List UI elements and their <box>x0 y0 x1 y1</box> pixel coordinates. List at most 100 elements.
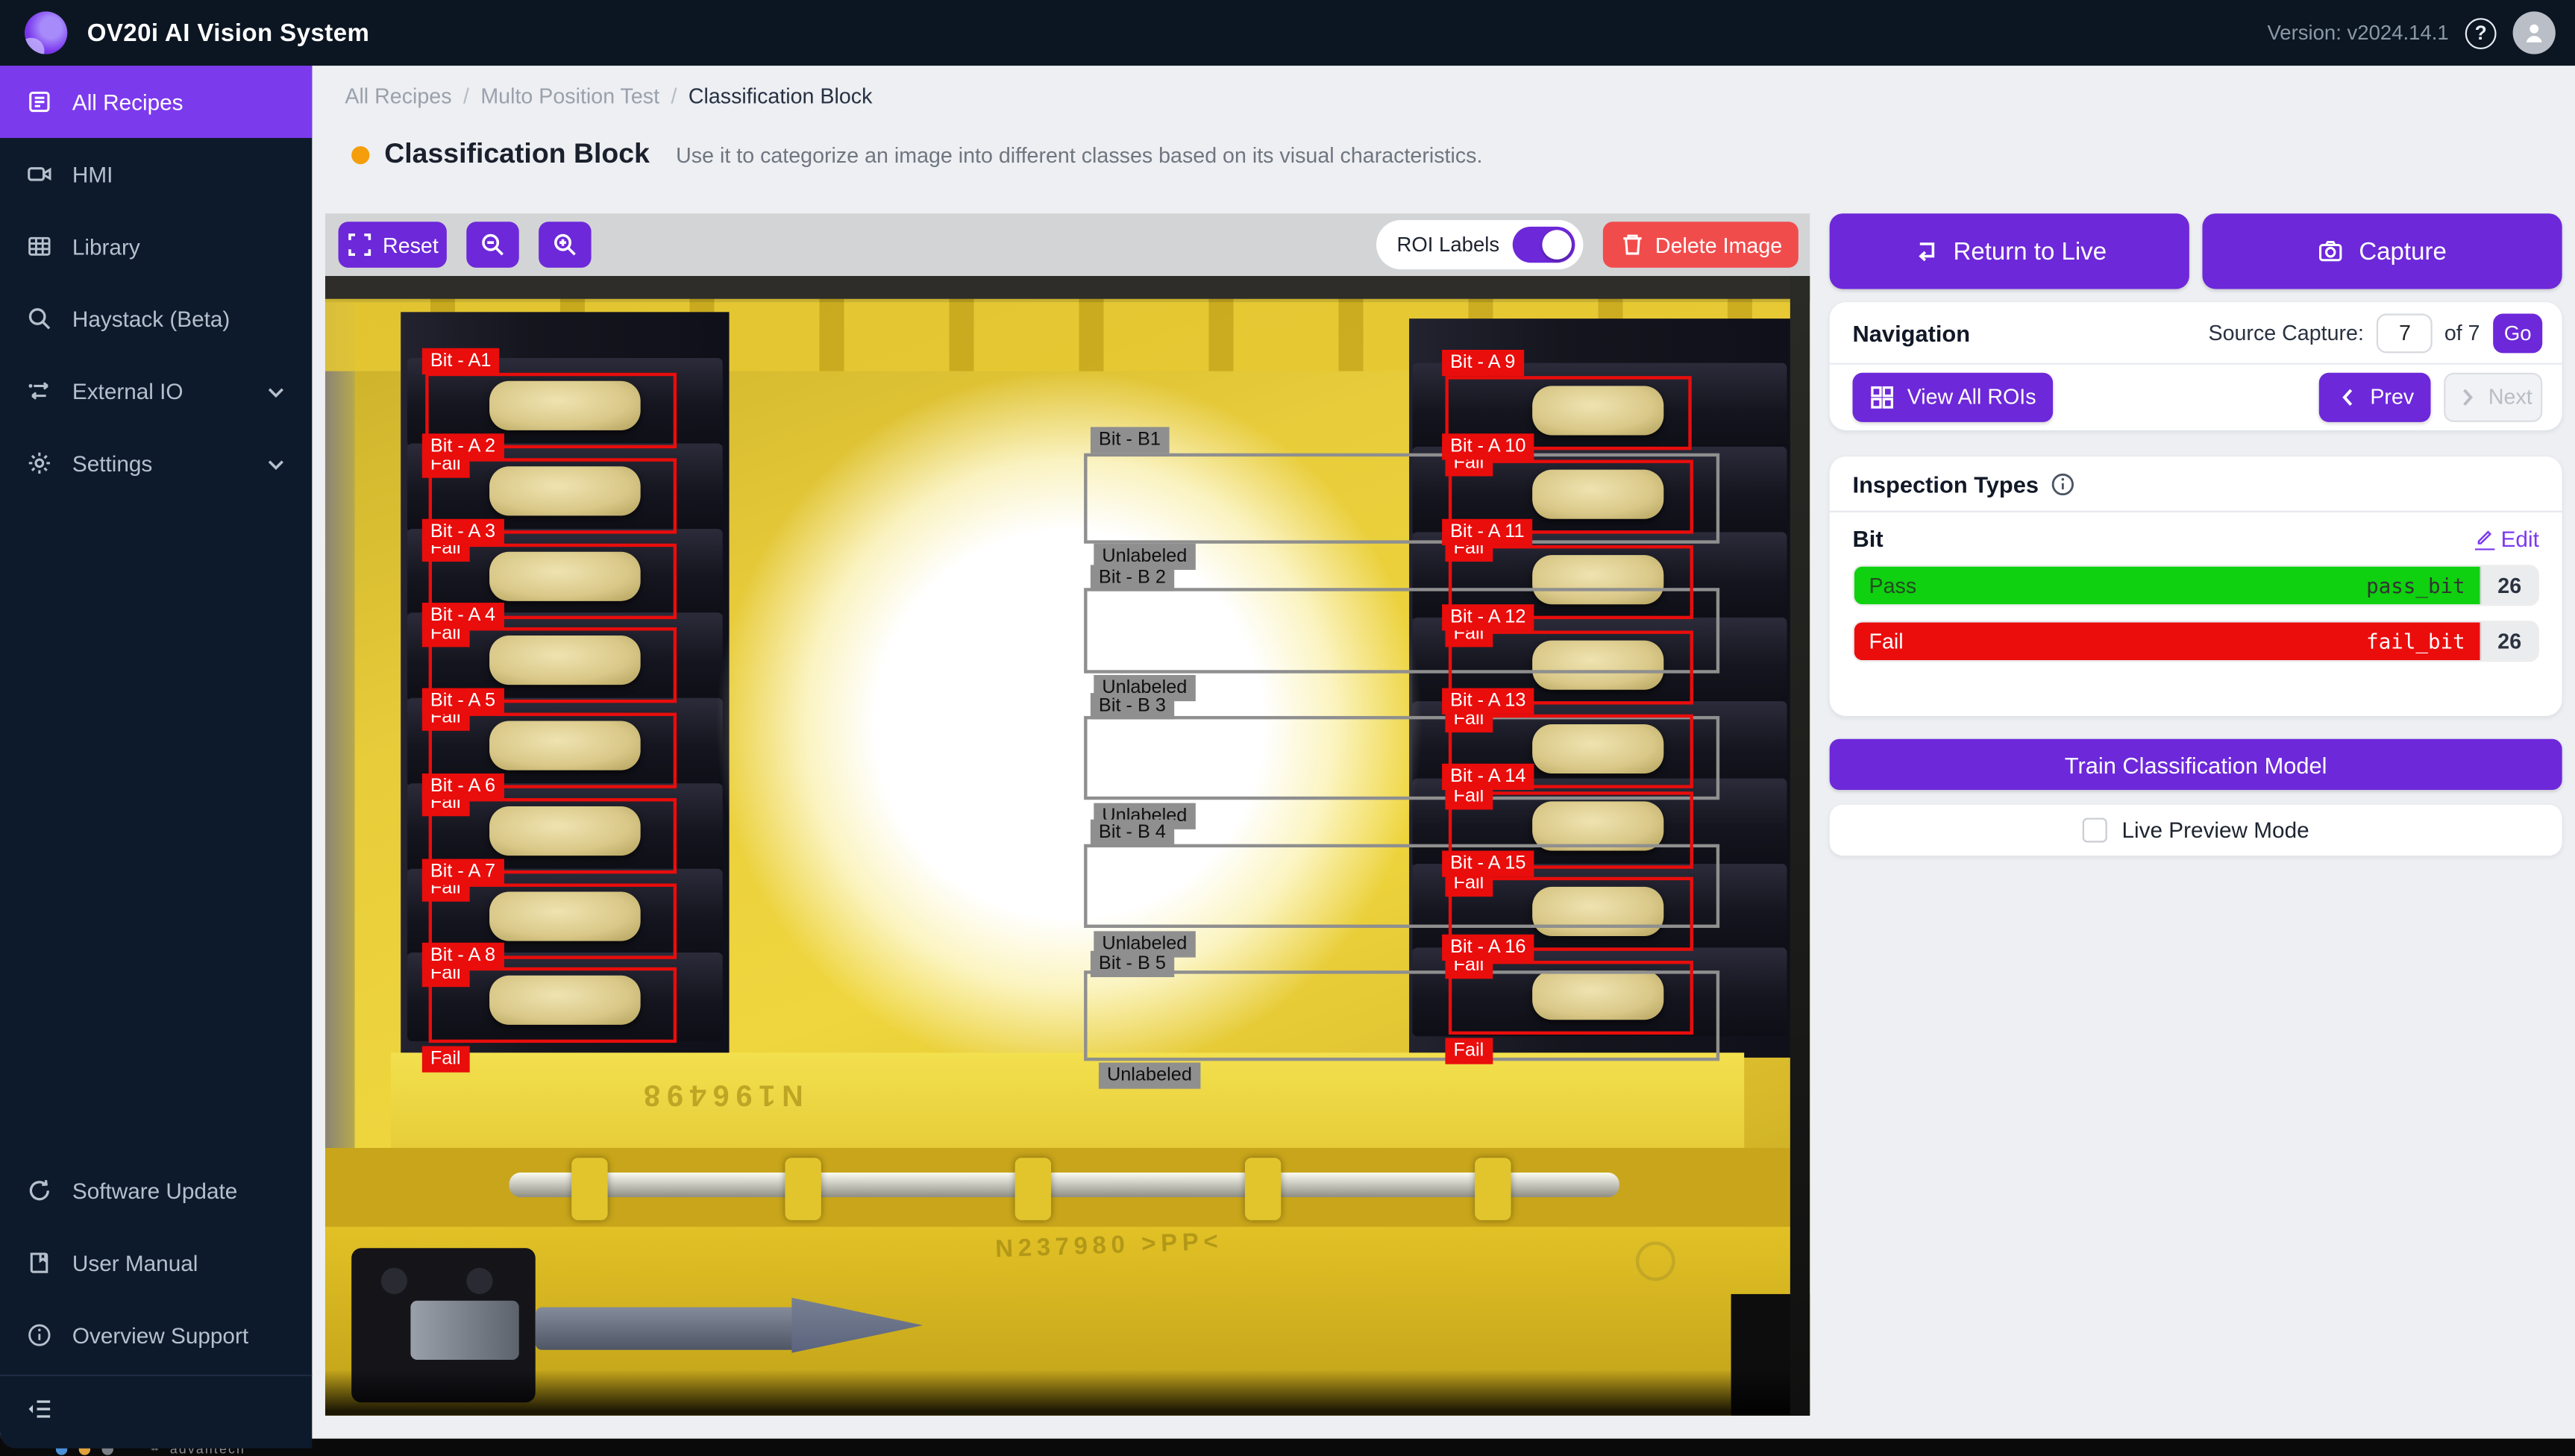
live-preview-card: Live Preview Mode <box>1830 805 2562 856</box>
help-icon[interactable]: ? <box>2465 17 2497 48</box>
class-bar-main[interactable]: Passpass_bit <box>1854 567 2480 605</box>
train-classification-model-button[interactable]: Train Classification Model <box>1830 739 2562 790</box>
roi-label-tag[interactable]: Bit - A 7 <box>422 859 504 885</box>
sidebar-item-software-update[interactable]: Software Update <box>0 1155 312 1227</box>
roi-labels-toggle[interactable] <box>1513 227 1575 263</box>
app-title: OV20i AI Vision System <box>87 19 370 46</box>
prev-capture-button[interactable]: Prev <box>2319 372 2431 421</box>
roi-label-tag[interactable]: Bit - B1 <box>1091 427 1169 453</box>
roi-label-tag[interactable]: Bit - A 11 <box>1442 519 1533 545</box>
zoom-out-icon <box>480 231 506 257</box>
class-output-tag: pass_bit <box>2366 573 2465 597</box>
next-capture-button[interactable]: Next <box>2444 372 2542 421</box>
roi-label-tag[interactable]: Bit - B 5 <box>1091 951 1174 977</box>
return-to-live-label: Return to Live <box>1953 237 2107 265</box>
fit-view-icon <box>347 231 373 257</box>
sidebar-item-hmi[interactable]: HMI <box>0 138 312 210</box>
sidebar-item-haystack[interactable]: Haystack (Beta) <box>0 283 312 355</box>
roi-label-tag[interactable]: Bit - A1 <box>422 348 500 374</box>
camera-icon <box>2318 238 2344 264</box>
breadcrumb: All Recipes/Multo Position Test/Classifi… <box>345 84 872 108</box>
live-preview-checkbox[interactable] <box>2083 818 2107 842</box>
search-icon <box>26 306 52 332</box>
roi-label-tag[interactable]: Bit - A 12 <box>1442 604 1534 630</box>
breadcrumb-separator: / <box>671 84 677 108</box>
roi-label-tag[interactable]: Bit - A 8 <box>422 943 504 969</box>
edit-classes-link[interactable]: Edit <box>2474 527 2538 551</box>
inspection-group-name: Bit <box>1853 526 1884 552</box>
hinge-knuckle <box>1015 1158 1051 1220</box>
roi-label-tag[interactable]: Bit - A 9 <box>1442 350 1523 376</box>
sidebar-item-overview-support[interactable]: Overview Support <box>0 1299 312 1372</box>
roi-label-tag[interactable]: Bit - A 14 <box>1442 764 1534 790</box>
edit-label: Edit <box>2501 527 2539 551</box>
roi-label-tag[interactable]: Bit - A 2 <box>422 433 504 459</box>
sidebar-item-all-recipes[interactable]: All Recipes <box>0 66 312 138</box>
page-title: Classification Block <box>384 138 650 171</box>
photo-hinge-rod <box>509 1173 1619 1197</box>
info-icon <box>26 1322 52 1348</box>
info-icon[interactable] <box>2050 471 2076 497</box>
sidebar-item-label: User Manual <box>72 1251 198 1275</box>
roi-label-tag[interactable]: Bit - A 16 <box>1442 935 1534 961</box>
collapse-sidebar-icon <box>26 1396 52 1422</box>
sidebar-collapse-button[interactable] <box>0 1386 312 1432</box>
zoom-out-button[interactable] <box>466 222 518 268</box>
go-button[interactable]: Go <box>2493 313 2542 352</box>
sidebar-item-external-io[interactable]: External IO <box>0 355 312 427</box>
recipes-icon <box>26 89 52 115</box>
photo-case-band <box>391 1052 1744 1151</box>
capture-button[interactable]: Capture <box>2202 213 2562 289</box>
avatar[interactable] <box>2513 11 2556 54</box>
breadcrumb-item[interactable]: Multo Position Test <box>480 84 659 108</box>
hinge-knuckle <box>785 1158 821 1220</box>
class-bar-main[interactable]: Fail fail_bit <box>1854 622 2480 660</box>
roi-label-tag[interactable]: Bit - A 6 <box>422 774 504 800</box>
page-subtitle: Use it to categorize an image into diffe… <box>676 142 1482 166</box>
class-bar-pass: Passpass_bit26 <box>1853 565 2539 606</box>
class-name: Fail <box>1869 629 1904 653</box>
hmi-icon <box>26 161 52 187</box>
breadcrumb-item[interactable]: All Recipes <box>345 84 451 108</box>
navigation-title: Navigation <box>1853 319 1971 345</box>
roi-fail-tag: Fail <box>1445 1038 1492 1064</box>
class-count: 26 <box>2480 622 2538 660</box>
hinge-knuckle <box>571 1158 607 1220</box>
class-output-tag: fail_bit <box>2366 629 2465 653</box>
sidebar-item-settings[interactable]: Settings <box>0 427 312 499</box>
sidebar-item-library[interactable]: Library <box>0 210 312 283</box>
roi-label-tag[interactable]: Bit - B 3 <box>1091 693 1174 719</box>
inspection-types-card: Inspection Types Bit Edit Passpass_bit26… <box>1830 456 2562 716</box>
view-all-rois-button[interactable]: View All ROIs <box>1853 372 2054 421</box>
background-taskbar: ⌗ advantech <box>0 1439 2575 1456</box>
roi-label-tag[interactable]: Bit - A 13 <box>1442 688 1534 715</box>
chevron-down-icon <box>263 380 289 406</box>
library-icon <box>26 233 52 260</box>
sidebar-item-user-manual[interactable]: User Manual <box>0 1227 312 1299</box>
zoom-in-icon <box>552 231 578 257</box>
app-logo-icon <box>25 11 67 54</box>
inspection-image-viewport[interactable]: N196498 N237980 >PP< UnlabeledBit - B1Un… <box>325 276 1810 1416</box>
sidebar-divider <box>0 1375 312 1376</box>
reset-view-button[interactable]: Reset <box>339 222 447 268</box>
zoom-in-button[interactable] <box>539 222 591 268</box>
grid-icon <box>1869 383 1895 410</box>
roi-labels-label: ROI Labels <box>1396 233 1499 257</box>
next-label: Next <box>2488 384 2532 409</box>
roi-label-tag[interactable]: Bit - A 5 <box>422 688 504 715</box>
roi-label-tag[interactable]: Bit - A 3 <box>422 519 504 545</box>
app-window: OV20i AI Vision System Version: v2024.14… <box>0 0 2575 1449</box>
source-capture-input[interactable] <box>2377 313 2433 352</box>
roi-label-tag[interactable]: Bit - A 15 <box>1442 850 1534 876</box>
delete-image-button[interactable]: Delete Image <box>1603 222 1798 268</box>
sidebar-item-label: Haystack (Beta) <box>72 307 230 331</box>
return-arrow-icon <box>1912 238 1938 264</box>
sidebar-item-label: Settings <box>72 451 152 475</box>
photo-hex-shank <box>410 1301 518 1360</box>
breadcrumb-item: Classification Block <box>689 84 873 108</box>
roi-label-tag[interactable]: Bit - A 10 <box>1442 433 1534 459</box>
roi-label-tag[interactable]: Bit - B 2 <box>1091 565 1174 591</box>
return-to-live-button[interactable]: Return to Live <box>1830 213 2189 289</box>
roi-label-tag[interactable]: Bit - B 4 <box>1091 820 1174 846</box>
roi-label-tag[interactable]: Bit - A 4 <box>422 603 504 629</box>
